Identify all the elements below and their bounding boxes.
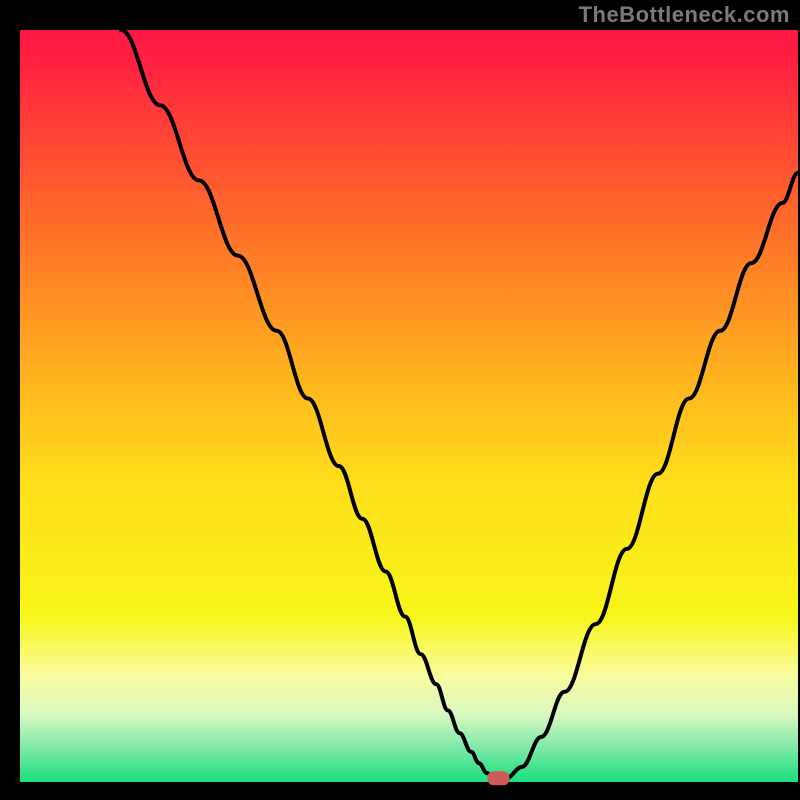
watermark-label: TheBottleneck.com [579,2,790,28]
marker-optimal-point [487,771,509,785]
chart-frame: TheBottleneck.com [0,0,800,800]
bottleneck-chart [0,0,800,800]
